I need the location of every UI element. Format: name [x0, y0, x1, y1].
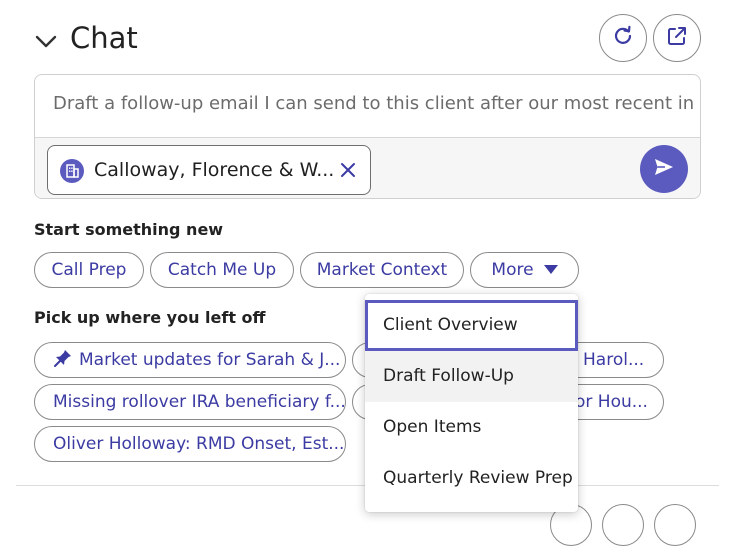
resume-section-label: Pick up where you left off [34, 308, 266, 327]
recent-chat-item[interactable]: Market updates for Sarah & J... [34, 342, 346, 378]
chat-composer: Draft a follow-up email I can send to th… [34, 74, 701, 199]
call-prep-button[interactable]: Call Prep [34, 252, 144, 288]
recent-chat-item[interactable]: Missing rollover IRA beneficiary f... [34, 384, 346, 420]
refresh-icon [612, 25, 634, 51]
more-dropdown-menu: Client Overview Draft Follow-Up Open Ite… [365, 294, 578, 512]
external-link-icon [666, 25, 688, 51]
menu-item-quarterly-review-prep[interactable]: Quarterly Review Prep [365, 453, 578, 504]
start-section-label: Start something new [34, 220, 224, 239]
partial-circle-button[interactable] [602, 504, 644, 546]
chevron-down-icon[interactable] [34, 30, 58, 52]
more-button[interactable]: More [470, 252, 579, 288]
recent-chat-label: or Hou... [575, 392, 648, 412]
popout-button[interactable] [653, 14, 701, 62]
close-icon[interactable] [338, 160, 358, 180]
prompt-text[interactable]: Draft a follow-up email I can send to th… [53, 93, 693, 114]
send-button[interactable] [640, 145, 688, 193]
market-context-button[interactable]: Market Context [300, 252, 464, 288]
recent-chat-label: Harol... [583, 350, 645, 370]
recent-chat-label: Oliver Holloway: RMD Onset, Est... [53, 434, 345, 454]
recent-chat-label: Missing rollover IRA beneficiary f... [53, 392, 346, 412]
menu-item-client-overview[interactable]: Client Overview [365, 300, 578, 351]
page-title: Chat [70, 21, 138, 55]
catch-me-up-button[interactable]: Catch Me Up [150, 252, 294, 288]
more-label: More [491, 260, 534, 280]
refresh-button[interactable] [599, 14, 647, 62]
menu-item-open-items[interactable]: Open Items [365, 402, 578, 453]
recent-chat-label: Market updates for Sarah & J... [79, 350, 341, 370]
caret-down-icon [543, 265, 558, 274]
send-icon [652, 155, 676, 183]
partial-circle-button[interactable] [654, 504, 696, 546]
menu-item-draft-follow-up[interactable]: Draft Follow-Up [365, 351, 578, 402]
composer-toolbar: Calloway, Florence & W... [35, 137, 700, 198]
pin-icon [53, 346, 73, 377]
client-context-chip[interactable]: Calloway, Florence & W... [47, 145, 371, 195]
building-icon [60, 159, 84, 183]
recent-chat-item[interactable]: Oliver Holloway: RMD Onset, Est... [34, 426, 346, 462]
client-chip-label: Calloway, Florence & W... [94, 159, 335, 181]
prompt-input[interactable]: Draft a follow-up email I can send to th… [35, 75, 700, 137]
